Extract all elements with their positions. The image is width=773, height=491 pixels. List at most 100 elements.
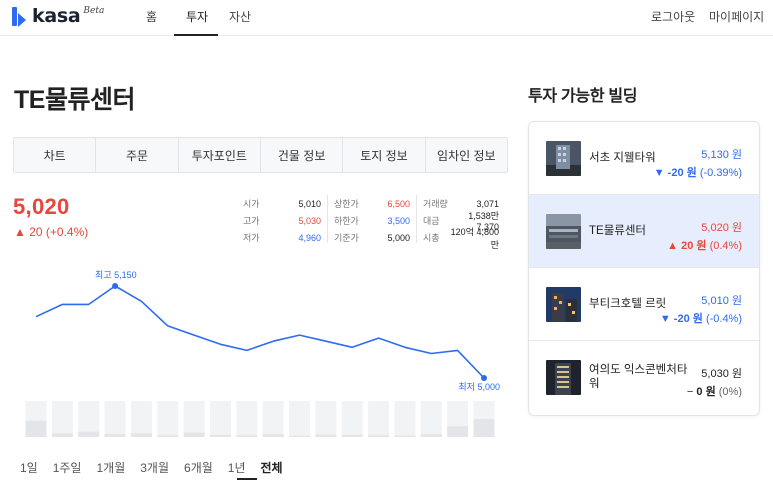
building-name: TE물류센터 <box>589 225 647 237</box>
building-thumbnail <box>546 287 581 322</box>
period-selector: 1일 1주일 1개월 3개월 6개월 1년 전체 <box>20 459 298 476</box>
volume-bar <box>25 420 47 437</box>
stat-label-lower-limit: 하한가 <box>334 216 359 226</box>
change-value: -20 원 <box>667 167 697 179</box>
volume-bar <box>104 434 126 437</box>
volume-bar <box>51 433 73 437</box>
volume-bar-bg <box>394 401 416 437</box>
stat-high: 5,030 <box>298 215 321 226</box>
stats-column-volume: 거래량 3,071 대금 1,538만 7,370 시총 120억 4,800만 <box>423 195 499 250</box>
tab-building-info[interactable]: 건물 정보 <box>261 138 344 172</box>
tab-order[interactable]: 주문 <box>96 138 179 172</box>
building-price: 5,010 원 <box>701 295 742 307</box>
volume-bar <box>447 426 469 437</box>
tab-chart[interactable]: 차트 <box>14 138 97 172</box>
stat-label-volume: 거래량 <box>423 199 448 209</box>
volume-bar-bg <box>157 401 179 437</box>
detail-tabs: 차트 주문 투자포인트 건물 정보 토지 정보 임차인 정보 <box>13 137 508 173</box>
beta-badge: Beta <box>83 6 105 16</box>
building-price: 5,030 원 <box>701 368 742 380</box>
stats-column-limits: 상한가 6,500 하한가 3,500 기준가 5,000 <box>334 195 410 246</box>
period-1y[interactable]: 1년 <box>228 459 246 476</box>
change-value: 0 원 <box>696 386 716 398</box>
kasa-logo[interactable]: kasa Beta <box>12 5 104 27</box>
kasa-logo-icon <box>12 7 26 27</box>
nav-home[interactable]: 홈 <box>146 8 157 25</box>
stat-label-high: 고가 <box>243 216 260 226</box>
low-marker <box>481 375 487 381</box>
period-6m[interactable]: 6개월 <box>184 459 213 476</box>
logout-link[interactable]: 로그아웃 <box>651 8 695 25</box>
price-change: ▲ 20 (+0.4%) <box>14 225 89 239</box>
stat-open: 5,010 <box>298 198 321 209</box>
stat-market-cap: 120억 4,800만 <box>450 226 499 250</box>
building-price: 5,130 원 <box>701 149 742 161</box>
change-percent: (0%) <box>718 386 742 398</box>
stats-divider <box>416 195 417 243</box>
volume-bar-bg <box>315 401 337 437</box>
volume-bar <box>289 435 311 437</box>
building-thumbnail <box>546 214 581 249</box>
tab-land-info[interactable]: 토지 정보 <box>343 138 426 172</box>
tab-invest-point[interactable]: 투자포인트 <box>179 138 261 172</box>
volume-bar-bg <box>341 401 363 437</box>
stats-divider <box>327 195 328 243</box>
change-percent: (0.4%) <box>709 240 742 252</box>
nav-invest[interactable]: 투자 <box>186 8 208 25</box>
change-value: 20 원 <box>681 240 707 252</box>
logo-text: kasa <box>32 5 81 27</box>
stat-volume: 3,071 <box>476 198 499 209</box>
stat-label-low: 저가 <box>243 233 260 243</box>
period-1w[interactable]: 1주일 <box>53 459 82 476</box>
volume-bar-bg <box>420 401 442 437</box>
stat-label-open: 시가 <box>243 199 260 209</box>
stat-base-price: 5,000 <box>387 232 410 243</box>
volume-bar <box>130 433 152 437</box>
building-item-seocho[interactable]: 서초 지웰타워 5,130 원 ▼ -20 원 (-0.39%) <box>529 122 759 195</box>
building-item-yeouido-excon[interactable]: 여의도 익스콘벤처타워 5,030 원 − 0 원 (0%) <box>529 341 759 415</box>
building-name: 여의도 익스콘벤처타워 <box>589 364 688 390</box>
volume-bar <box>315 434 337 437</box>
volume-bar-bg <box>183 401 205 437</box>
volume-bar-bg <box>368 401 390 437</box>
volume-bar <box>473 419 495 437</box>
period-all[interactable]: 전체 <box>261 459 283 476</box>
stats-column-price: 시가 5,010 고가 5,030 저가 4,960 <box>243 195 321 246</box>
volume-bar <box>262 434 284 437</box>
period-1m[interactable]: 1개월 <box>96 459 125 476</box>
change-arrow-icon: ▲ <box>667 240 679 252</box>
building-change: − 0 원 (0%) <box>687 383 742 399</box>
building-name: 서초 지웰타워 <box>589 152 656 164</box>
volume-bar <box>341 434 363 437</box>
price-line <box>35 285 485 379</box>
page-title: TE물류센터 <box>14 86 135 114</box>
volume-bar-bg <box>236 401 258 437</box>
period-1d[interactable]: 1일 <box>20 459 38 476</box>
high-label: 최고 5,150 <box>95 270 137 280</box>
volume-bar <box>78 431 100 437</box>
volume-bar-bg <box>209 401 231 437</box>
stat-label-amount: 대금 <box>423 216 440 226</box>
volume-bar-bg <box>289 401 311 437</box>
building-item-boutique-hotel[interactable]: 부티크호텔 르릿 5,010 원 ▼ -20 원 (-0.4%) <box>529 268 759 341</box>
sidebar-title: 투자 가능한 빌딩 <box>528 88 638 105</box>
period-active-indicator <box>237 478 257 480</box>
mypage-link[interactable]: 마이페이지 <box>709 8 764 25</box>
nav-assets[interactable]: 자산 <box>229 8 251 25</box>
price-chart[interactable]: 최고 5,150 최저 5,000 <box>0 255 520 445</box>
volume-bar <box>157 435 179 437</box>
building-change: ▲ 20 원 (0.4%) <box>667 237 742 253</box>
change-arrow-icon: − <box>686 386 694 398</box>
period-3m[interactable]: 3개월 <box>140 459 169 476</box>
volume-bar <box>183 432 205 437</box>
stat-lower-limit: 3,500 <box>387 215 410 226</box>
building-thumbnail <box>546 141 581 176</box>
building-change: ▼ -20 원 (-0.4%) <box>660 310 742 326</box>
stat-label-upper-limit: 상한가 <box>334 199 359 209</box>
building-item-te-logistics[interactable]: TE물류센터 5,020 원 ▲ 20 원 (0.4%) <box>529 195 759 268</box>
volume-bar-bg <box>130 401 152 437</box>
tab-tenant-info[interactable]: 임차인 정보 <box>426 138 507 172</box>
volume-bar-bg <box>104 401 126 437</box>
stat-upper-limit: 6,500 <box>387 198 410 209</box>
volume-bar <box>394 435 416 437</box>
